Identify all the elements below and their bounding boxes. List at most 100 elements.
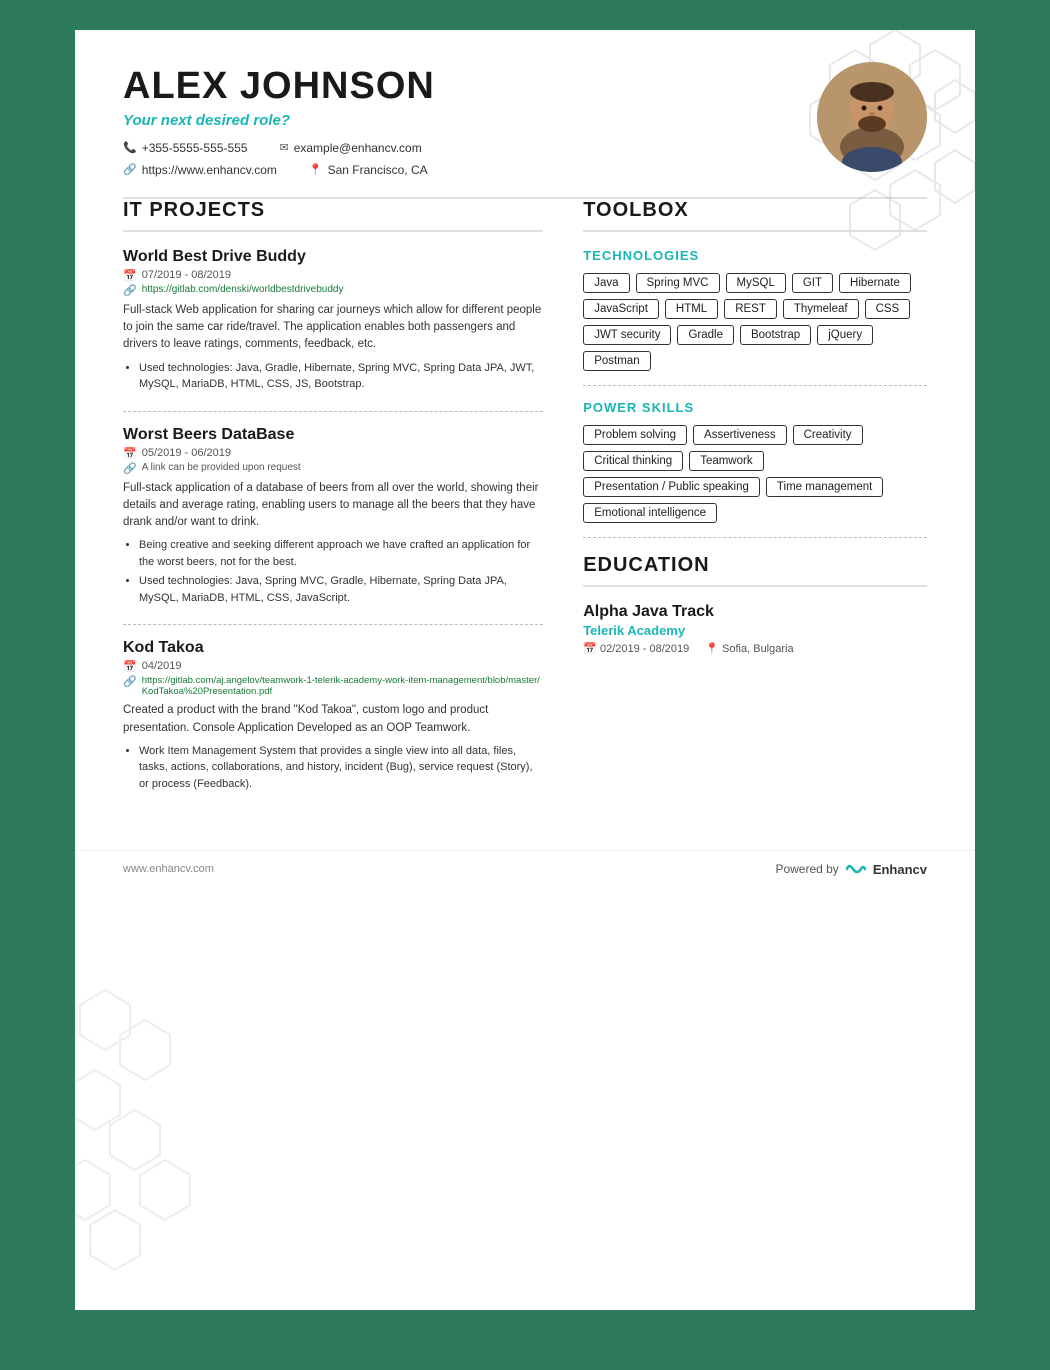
- tag-java: Java: [583, 273, 629, 293]
- tag-gradle: Gradle: [677, 325, 734, 345]
- link-icon: 🔗: [123, 284, 137, 297]
- website-contact: 🔗 https://www.enhancv.com: [123, 163, 277, 177]
- tag-mysql: MySQL: [726, 273, 786, 293]
- tag-css: CSS: [865, 299, 911, 319]
- project-bullet: Work Item Management System that provide…: [139, 743, 543, 793]
- calendar-icon: 📅: [123, 269, 137, 282]
- project-description: Full-stack Web application for sharing c…: [123, 302, 543, 354]
- tag-bootstrap: Bootstrap: [740, 325, 811, 345]
- project-description: Created a product with the brand "Kod Ta…: [123, 702, 543, 737]
- projects-divider: [123, 230, 543, 232]
- technologies-subtitle: TECHNOLOGIES: [583, 248, 927, 263]
- powered-by-label: Powered by: [775, 862, 838, 876]
- tag-rest: REST: [724, 299, 777, 319]
- resume-page: ALEX JOHNSON Your next desired role? 📞 +…: [75, 30, 975, 1310]
- tag-creativity: Creativity: [793, 425, 863, 445]
- tag-hibernate: Hibernate: [839, 273, 911, 293]
- tag-problem-solving: Problem solving: [583, 425, 687, 445]
- project-bullet: Used technologies: Java, Spring MVC, Gra…: [139, 573, 543, 606]
- location-icon: 📍: [705, 643, 719, 655]
- edu-meta: 📅 02/2019 - 08/2019 📍 Sofia, Bulgaria: [583, 642, 927, 655]
- candidate-name: ALEX JOHNSON: [123, 66, 927, 108]
- it-projects-title: IT PROJECTS: [123, 199, 543, 222]
- project-bullets: Being creative and seeking different app…: [123, 537, 543, 606]
- project-bullets: Work Item Management System that provide…: [123, 743, 543, 793]
- footer-website: www.enhancv.com: [123, 863, 214, 875]
- edu-location: 📍 Sofia, Bulgaria: [705, 642, 793, 655]
- tag-teamwork: Teamwork: [689, 451, 763, 471]
- tag-jwt-security: JWT security: [583, 325, 671, 345]
- tag-jquery: jQuery: [817, 325, 873, 345]
- enhancv-logo-icon: [845, 861, 867, 877]
- tag-assertiveness: Assertiveness: [693, 425, 787, 445]
- project-name: World Best Drive Buddy: [123, 248, 543, 266]
- phone-value: +355-5555-555-555: [142, 141, 248, 155]
- project-date: 📅 07/2019 - 08/2019: [123, 269, 543, 282]
- calendar-icon: 📅: [123, 447, 137, 460]
- project-meta: 📅 04/2019 🔗 https://gitlab.com/aj.angelo…: [123, 660, 543, 697]
- tag-postman: Postman: [583, 351, 650, 371]
- skills-divider: [583, 385, 927, 386]
- project-divider: [123, 411, 543, 412]
- project-date: 📅 04/2019: [123, 660, 543, 673]
- edu-date: 📅 02/2019 - 08/2019: [583, 642, 689, 655]
- education-title: EDUCATION: [583, 554, 927, 577]
- header: ALEX JOHNSON Your next desired role? 📞 +…: [75, 30, 975, 197]
- email-contact: ✉ example@enhancv.com: [279, 141, 421, 155]
- phone-contact: 📞 +355-5555-555-555: [123, 141, 247, 155]
- project-meta: 📅 05/2019 - 06/2019 🔗 A link can be prov…: [123, 447, 543, 475]
- hex-decoration-bottom: [75, 970, 235, 1270]
- tag-javascript: JavaScript: [583, 299, 659, 319]
- tag-critical-thinking: Critical thinking: [583, 451, 683, 471]
- tag-spring-mvc: Spring MVC: [636, 273, 720, 293]
- education-divider: [583, 585, 927, 587]
- project-link: 🔗 A link can be provided upon request: [123, 462, 543, 475]
- toolbox-title: TOOLBOX: [583, 199, 927, 222]
- location-contact: 📍 San Francisco, CA: [309, 163, 428, 177]
- tag-emotional-intelligence: Emotional intelligence: [583, 503, 717, 523]
- location-icon: 📍: [309, 163, 323, 176]
- footer-brand: Powered by Enhancv: [775, 861, 927, 877]
- project-bullet: Being creative and seeking different app…: [139, 537, 543, 570]
- tag-presentation: Presentation / Public speaking: [583, 477, 760, 497]
- calendar-icon: 📅: [123, 660, 137, 673]
- project-bullets: Used technologies: Java, Gradle, Hiberna…: [123, 360, 543, 393]
- avatar-image: [817, 62, 927, 172]
- link-icon: 🔗: [123, 675, 137, 688]
- education-pre-divider: [583, 537, 927, 538]
- email-value: example@enhancv.com: [294, 141, 422, 155]
- project-item: Kod Takoa 📅 04/2019 🔗 https://gitlab.com…: [123, 639, 543, 792]
- project-date: 📅 05/2019 - 06/2019: [123, 447, 543, 460]
- brand-name: Enhancv: [873, 862, 927, 877]
- project-meta: 📅 07/2019 - 08/2019 🔗 https://gitlab.com…: [123, 269, 543, 297]
- project-bullet: Used technologies: Java, Gradle, Hiberna…: [139, 360, 543, 393]
- website-value: https://www.enhancv.com: [142, 163, 277, 177]
- toolbox-divider: [583, 230, 927, 232]
- location-value: San Francisco, CA: [328, 163, 428, 177]
- link-icon: 🔗: [123, 163, 137, 176]
- power-skills-tags: Problem solving Assertiveness Creativity…: [583, 425, 927, 523]
- project-link: 🔗 https://gitlab.com/denski/worldbestdri…: [123, 284, 543, 297]
- project-name: Kod Takoa: [123, 639, 543, 657]
- degree-name: Alpha Java Track: [583, 603, 927, 621]
- project-description: Full-stack application of a database of …: [123, 480, 543, 532]
- project-item: World Best Drive Buddy 📅 07/2019 - 08/20…: [123, 248, 543, 393]
- power-skills-subtitle: POWER SKILLS: [583, 400, 927, 415]
- education-entry: Alpha Java Track Telerik Academy 📅 02/20…: [583, 603, 927, 655]
- tag-time-management: Time management: [766, 477, 883, 497]
- project-divider: [123, 624, 543, 625]
- technologies-tags: Java Spring MVC MySQL GIT Hibernate Java…: [583, 273, 927, 371]
- calendar-icon: 📅: [583, 643, 597, 655]
- contact-info: 📞 +355-5555-555-555 ✉ example@enhancv.co…: [123, 141, 927, 177]
- candidate-role: Your next desired role?: [123, 112, 927, 129]
- main-content: IT PROJECTS World Best Drive Buddy 📅 07/…: [75, 199, 975, 851]
- avatar: [817, 62, 927, 172]
- school-name: Telerik Academy: [583, 623, 927, 638]
- right-column: TOOLBOX TECHNOLOGIES Java Spring MVC MyS…: [583, 199, 927, 811]
- project-item: Worst Beers DataBase 📅 05/2019 - 06/2019…: [123, 426, 543, 607]
- left-column: IT PROJECTS World Best Drive Buddy 📅 07/…: [123, 199, 543, 811]
- footer: www.enhancv.com Powered by Enhancv: [75, 850, 975, 893]
- tag-html: HTML: [665, 299, 718, 319]
- project-link: 🔗 https://gitlab.com/aj.angelov/teamwork…: [123, 675, 543, 697]
- project-name: Worst Beers DataBase: [123, 426, 543, 444]
